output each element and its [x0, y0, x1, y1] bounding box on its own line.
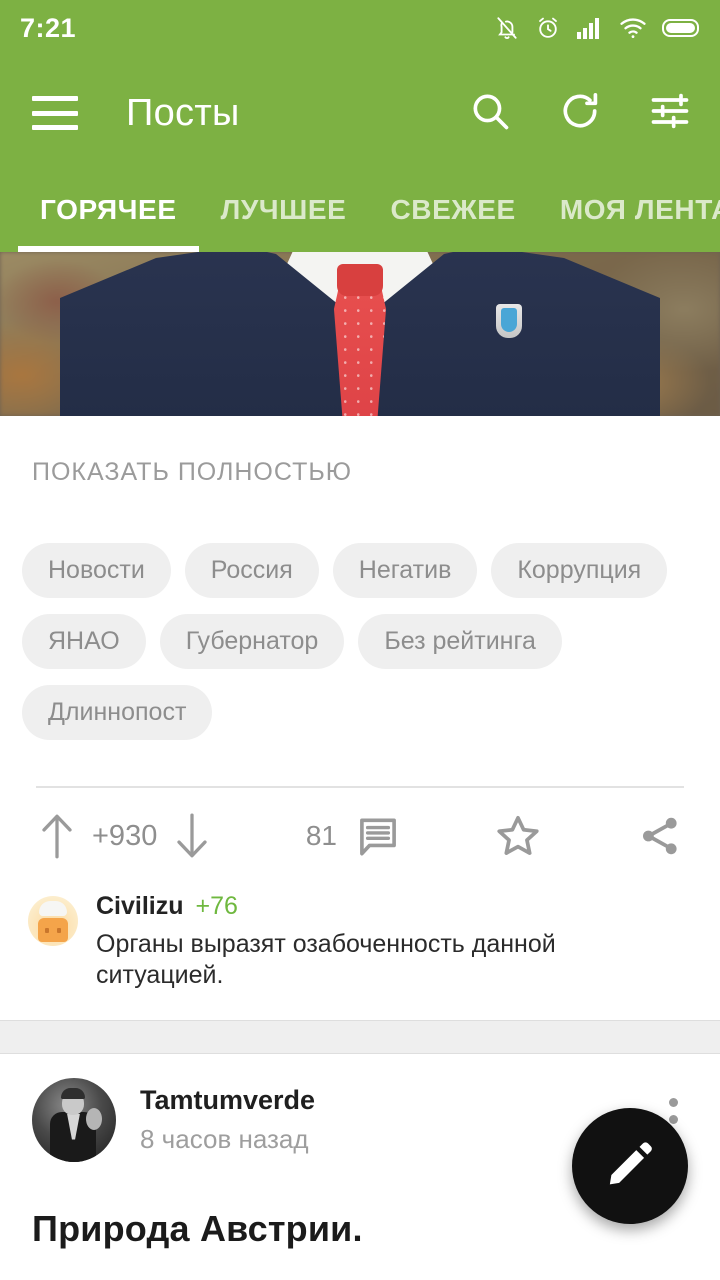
tag-chip[interactable]: Негатив [332, 543, 478, 598]
status-bar-icons [494, 15, 702, 41]
post-1-image[interactable] [0, 252, 720, 416]
create-post-fab[interactable] [572, 1108, 688, 1224]
post-1-action-bar: +930 81 [0, 788, 720, 884]
alarm-clock-icon [535, 15, 561, 41]
hamburger-menu-icon[interactable] [32, 96, 78, 130]
favorite-star-icon[interactable] [493, 811, 543, 861]
comment-icon[interactable] [355, 813, 401, 859]
tune-filter-icon[interactable] [648, 89, 692, 138]
post-1-top-comment[interactable]: Civilizu +76 Органы выразят озабоченност… [0, 884, 720, 992]
post-separator [0, 1019, 720, 1054]
page-title: Посты [126, 91, 240, 134]
show-full-link[interactable]: ПОКАЗАТЬ ПОЛНОСТЬЮ [0, 416, 720, 487]
post-1-image-tie-knot [337, 264, 383, 296]
bell-off-icon [494, 15, 520, 41]
tag-chip[interactable]: Россия [184, 543, 319, 598]
chef-character-avatar [28, 896, 78, 946]
post-rating-value: +930 [92, 819, 158, 852]
tab-hot[interactable]: ГОРЯЧЕЕ [18, 170, 199, 252]
tag-chip[interactable]: ЯНАО [22, 614, 146, 669]
tag-chip[interactable]: Новости [22, 543, 171, 598]
tag-chip[interactable]: Коррупция [491, 543, 668, 598]
comment-author-name[interactable]: Civilizu [96, 892, 184, 921]
status-bar: 7:21 [0, 0, 720, 56]
upvote-button[interactable] [36, 810, 78, 862]
signal-bars-icon [576, 16, 604, 40]
battery-full-icon [662, 16, 702, 40]
app-bar-actions [468, 89, 698, 138]
comment-body: Civilizu +76 Органы выразят озабоченност… [96, 892, 688, 992]
comment-text: Органы выразят озабоченность данной ситу… [96, 930, 556, 990]
feed-tabs: ГОРЯЧЕЕ ЛУЧШЕЕ СВЕЖЕЕ МОЯ ЛЕНТА СО [0, 170, 720, 252]
comment-header: Civilizu +76 [96, 892, 688, 921]
refresh-icon[interactable] [558, 89, 602, 138]
comment-rating: +76 [195, 892, 238, 920]
pencil-edit-icon [604, 1138, 656, 1195]
post-1-tag-list: Новости Россия Негатив Коррупция ЯНАО Гу… [0, 487, 720, 740]
status-bar-clock: 7:21 [20, 12, 77, 43]
tag-chip[interactable]: Губернатор [159, 614, 345, 669]
share-icon[interactable] [636, 812, 684, 860]
app-bar: Посты [0, 56, 720, 170]
post-card-1: ПОКАЗАТЬ ПОЛНОСТЬЮ Новости Россия Негати… [0, 252, 720, 992]
tab-my-feed[interactable]: МОЯ ЛЕНТА [538, 170, 720, 252]
downvote-button[interactable] [171, 810, 213, 862]
tag-chip[interactable]: Длиннопост [22, 685, 213, 740]
app-root: 7:21 Посты ГОРЯЧЕЕ ЛУЧШЕЕ СВЕЖЕЕ МОЯ ЛЕН… [0, 0, 720, 1280]
search-icon[interactable] [468, 89, 512, 138]
comments-count: 81 [305, 820, 337, 851]
post-1-image-lapel-pin [496, 304, 522, 338]
tag-chip[interactable]: Без рейтинга [358, 614, 562, 669]
tab-best[interactable]: ЛУЧШЕЕ [199, 170, 369, 252]
wifi-icon [619, 16, 647, 40]
tab-fresh[interactable]: СВЕЖЕЕ [368, 170, 537, 252]
avatar[interactable] [32, 1077, 116, 1162]
post-author-name[interactable]: Tamtumverde [140, 1085, 654, 1116]
